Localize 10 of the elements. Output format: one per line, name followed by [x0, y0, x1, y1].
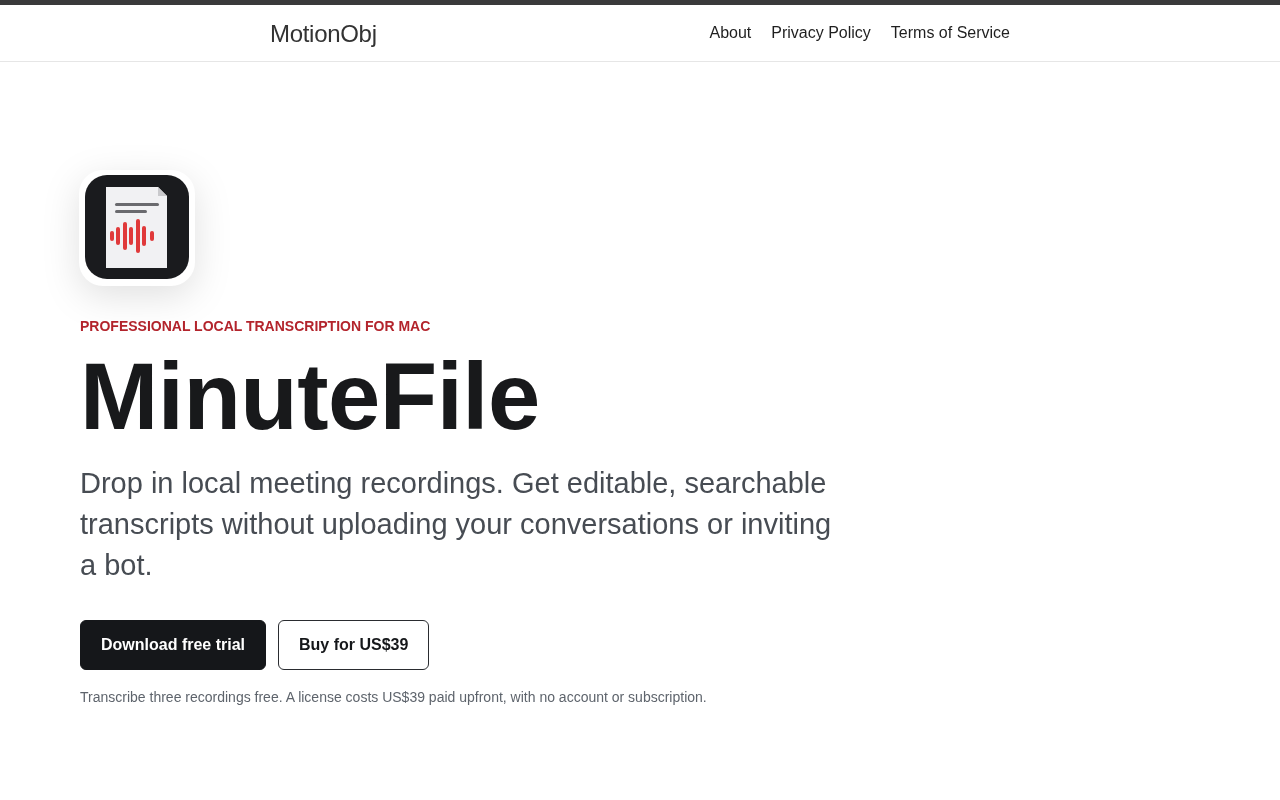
brand-logo-link[interactable]: MotionObj [270, 18, 377, 48]
eyebrow-text: PROFESSIONAL LOCAL TRANSCRIPTION FOR MAC [80, 317, 432, 335]
nav-link[interactable]: Privacy Policy [771, 24, 871, 42]
pricing-note: Transcribe three recordings free. A license costs US$39 paid upfront, with no account or subscription. [80, 688, 708, 706]
product-title: MinuteFile [80, 347, 541, 447]
product-description: Drop in local meeting recordings. Get editable, searchable transcripts without uploading your conversations or inviting a bot. [80, 466, 833, 583]
nav-link[interactable]: About [709, 24, 752, 42]
buy-button[interactable]: Buy for US$39 [278, 620, 430, 670]
download-button[interactable]: Download free trial [80, 620, 267, 670]
nav-link[interactable]: Terms of Service [890, 24, 1010, 42]
